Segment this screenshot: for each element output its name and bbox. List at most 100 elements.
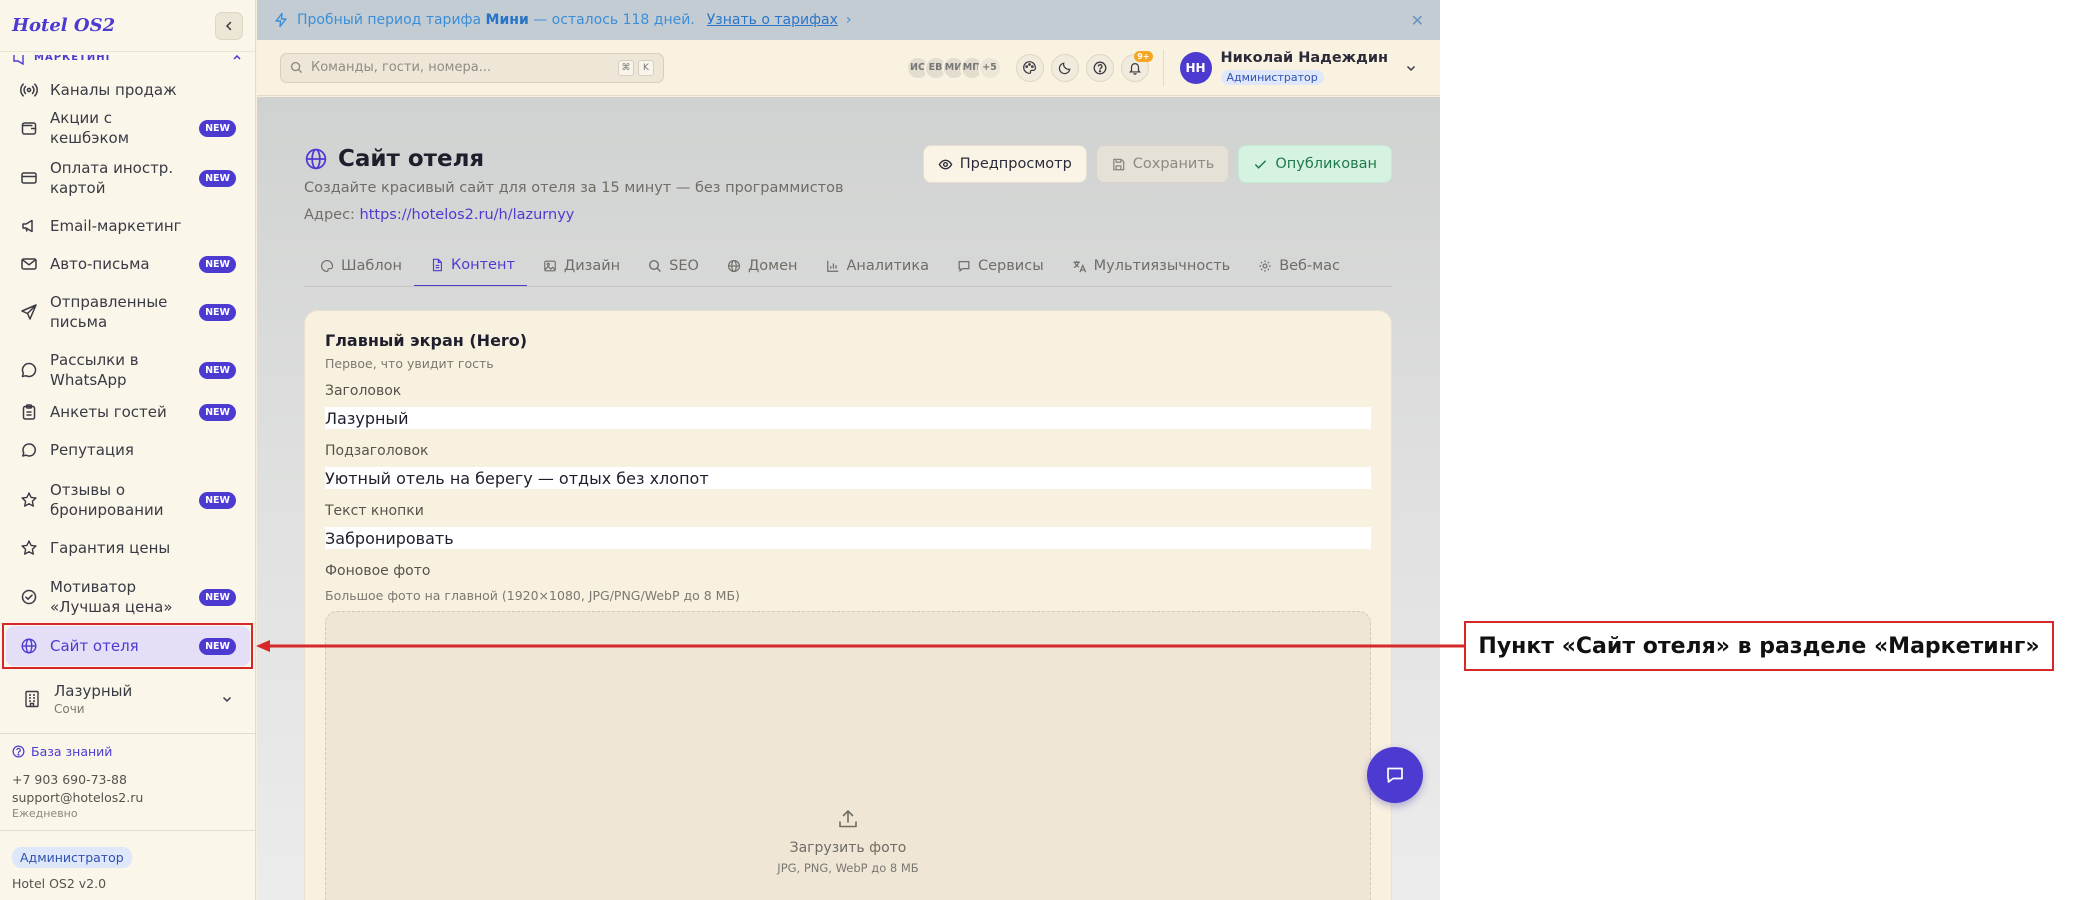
support-phone[interactable]: +7 903 690-73-88: [12, 771, 244, 789]
sidebar-item-price-guarantee[interactable]: Гарантия цены: [6, 528, 250, 568]
user-menu[interactable]: Николай Надеждин Администратор: [1220, 50, 1388, 85]
new-badge: NEW: [199, 119, 236, 137]
file-icon: [432, 258, 442, 272]
tab-analytics[interactable]: Аналитика: [810, 245, 942, 286]
hero-section-card: Главный экран (Hero) Первое, что увидит …: [304, 310, 1392, 900]
knowledge-base-label: База знаний: [31, 744, 113, 759]
app-version: Hotel OS2 v2.0: [12, 876, 107, 891]
sidebar-item-reputation[interactable]: Репутация: [6, 430, 250, 470]
sidebar-item-guest-surveys[interactable]: Анкеты гостей NEW: [6, 392, 250, 432]
sidebar-item-label: Гарантия цены: [50, 539, 171, 557]
theme-palette-button[interactable]: [1015, 53, 1044, 82]
bell-icon: [1128, 62, 1141, 75]
building-icon: [25, 690, 39, 708]
sidebar-header: Hotel OS2: [0, 0, 255, 52]
badge-check-icon: [20, 588, 38, 606]
globe-icon: [305, 148, 327, 170]
hero-section-title: Главный экран (Hero): [325, 331, 528, 350]
shortcut-key: K: [638, 59, 654, 76]
help-button[interactable]: [1085, 53, 1114, 82]
new-badge: NEW: [199, 303, 236, 321]
bar-chart-icon: [826, 260, 838, 272]
new-badge: NEW: [199, 491, 236, 509]
lightning-icon: [275, 12, 287, 28]
heading-input[interactable]: [325, 407, 1371, 429]
subheading-input[interactable]: [325, 467, 1371, 489]
hotel-switcher[interactable]: Лазурный Сочи: [6, 675, 250, 723]
tab-domain[interactable]: Домен: [711, 245, 810, 286]
support-email[interactable]: support@hotelos2.ru: [12, 789, 244, 807]
tab-seo[interactable]: SEO: [632, 245, 711, 286]
app-logo[interactable]: Hotel OS2: [12, 15, 115, 36]
new-badge: NEW: [199, 361, 236, 379]
hero-section-subtitle: Первое, что увидит гость: [325, 356, 494, 371]
image-icon: [544, 260, 556, 272]
notifications-button[interactable]: 9+: [1120, 50, 1153, 82]
dark-mode-button[interactable]: [1050, 53, 1079, 82]
sidebar-item-booking-reviews[interactable]: Отзывы о бронировании NEW: [6, 474, 250, 526]
message-icon: [958, 261, 970, 273]
annotation-highlight-box: [2, 623, 253, 669]
tab-label: Домен: [747, 258, 798, 274]
sidebar-item-whatsapp[interactable]: Рассылки в WhatsApp NEW: [6, 344, 250, 396]
sidebar-item-label: Репутация: [50, 441, 134, 459]
subheading-label: Подзаголовок: [325, 443, 429, 459]
tab-multilanguage[interactable]: Мультиязычность: [1056, 245, 1243, 286]
close-icon[interactable]: ✕: [1411, 11, 1424, 30]
page-title: Сайт отеля: [338, 146, 485, 172]
tab-label: Веб-мас: [1279, 258, 1341, 274]
send-icon: [20, 303, 38, 321]
address-label: Адрес:: [304, 207, 355, 223]
user-avatar[interactable]: НН: [1179, 51, 1212, 84]
chevron-left-icon: [225, 21, 232, 30]
sidebar-item-best-price-motivator[interactable]: Мотиватор «Лучшая цена» NEW: [6, 571, 250, 623]
tab-webmaster[interactable]: Веб-мас: [1242, 245, 1352, 286]
sidebar-item-label: Акции с кешбэком: [50, 109, 130, 147]
help-circle-icon: [12, 745, 25, 758]
eye-icon: [938, 159, 953, 169]
chevron-down-icon[interactable]: [1404, 61, 1418, 75]
page-actions: Предпросмотр Сохранить Опубликован: [922, 145, 1392, 183]
user-role-badge: Администратор: [1220, 70, 1324, 85]
save-button[interactable]: Сохранить: [1095, 145, 1230, 183]
command-search-input[interactable]: Команды, гости, номера... ⌘ K: [280, 52, 664, 83]
support-hours: Ежедневно: [12, 807, 78, 820]
preview-button[interactable]: Предпросмотр: [922, 145, 1087, 183]
trial-plan: Мини: [485, 12, 529, 28]
heading-label: Заголовок: [325, 383, 402, 399]
save-icon: [1112, 158, 1125, 170]
new-badge: NEW: [199, 255, 236, 273]
help-circle-icon: [1093, 61, 1106, 74]
tab-design[interactable]: Дизайн: [527, 245, 632, 286]
site-address: Адрес: https://hotelos2.ru/h/lazurnyy: [304, 207, 574, 223]
sidebar-footer: Администратор Hotel OS2 v2.0: [0, 830, 256, 900]
button-text-input[interactable]: [325, 527, 1371, 549]
sidebar-item-label: Авто-письма: [50, 255, 150, 273]
photo-dropzone[interactable]: Загрузить фото JPG, PNG, WebP до 8 МБ: [325, 611, 1371, 900]
sidebar-item-foreign-card[interactable]: Оплата иностр. картой NEW: [6, 152, 250, 204]
tab-services[interactable]: Сервисы: [941, 245, 1056, 286]
globe-icon: [727, 259, 740, 273]
tab-label: Шаблон: [341, 258, 402, 274]
online-users[interactable]: ИС ЕВ МИ МП +5: [905, 55, 1002, 80]
pricing-link[interactable]: Узнать о тарифах: [707, 12, 838, 28]
tab-content[interactable]: Контент: [413, 245, 527, 286]
sidebar-item-sales-channels[interactable]: Каналы продаж: [6, 70, 250, 110]
sidebar-item-auto-letters[interactable]: Авто-письма NEW: [6, 244, 250, 284]
sidebar-item-email-marketing[interactable]: Email-маркетинг: [6, 206, 250, 246]
topbar: Команды, гости, номера... ⌘ K ИС ЕВ МИ М…: [257, 40, 1440, 96]
support-chat-button[interactable]: [1367, 747, 1423, 803]
site-url-link[interactable]: https://hotelos2.ru/h/lazurnyy: [360, 207, 575, 223]
new-badge: NEW: [199, 403, 236, 421]
sidebar-item-sent-letters[interactable]: Отправленные письма NEW: [6, 286, 250, 338]
palette-icon: [1023, 61, 1036, 74]
chevron-up-icon: [233, 55, 241, 60]
published-button[interactable]: Опубликован: [1238, 145, 1392, 183]
star-icon: [20, 491, 38, 509]
sidebar-section-marketing[interactable]: МАРКЕТИНГ: [0, 55, 255, 65]
knowledge-base-link[interactable]: База знаний: [12, 744, 244, 759]
sidebar-collapse-button[interactable]: [215, 11, 243, 40]
sidebar-item-cashback[interactable]: Акции с кешбэком NEW: [6, 108, 250, 148]
search-icon: [290, 61, 303, 74]
tab-template[interactable]: Шаблон: [304, 245, 414, 286]
